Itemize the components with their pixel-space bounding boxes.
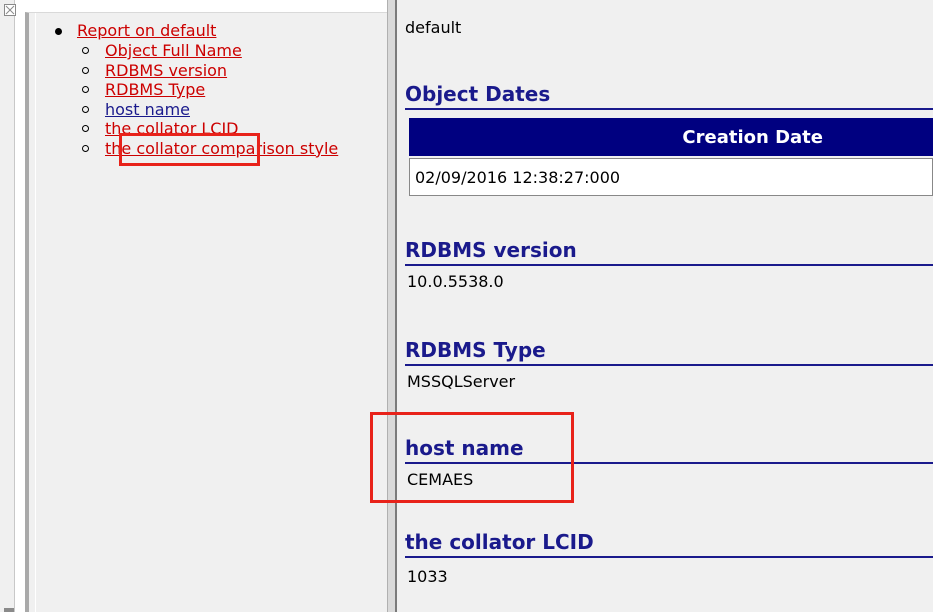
value-rdbms-type: MSSQLServer bbox=[407, 372, 516, 391]
object-dates-table: Creation Date 02/09/2016 12:38:27:000 bbox=[409, 118, 933, 196]
toc-pane: Report on default Object Full Name RDBMS… bbox=[25, 12, 387, 612]
circle-bullet-icon bbox=[82, 105, 89, 113]
close-icon[interactable] bbox=[4, 4, 16, 16]
toc-item: host name bbox=[77, 100, 360, 120]
pane-splitter[interactable] bbox=[387, 0, 397, 612]
circle-bullet-icon bbox=[82, 144, 89, 152]
value-rdbms-version: 10.0.5538.0 bbox=[407, 272, 504, 291]
object-name: default bbox=[405, 18, 462, 37]
table-header-creation-date: Creation Date bbox=[409, 118, 933, 156]
section-title-collator-lcid: the collator LCID bbox=[405, 530, 594, 554]
section-title-rdbms-version: RDBMS version bbox=[405, 238, 577, 262]
highlight-box-host-name-section bbox=[370, 412, 574, 503]
link-host-name[interactable]: host name bbox=[105, 100, 190, 119]
link-rdbms-version[interactable]: RDBMS version bbox=[105, 61, 227, 80]
content-pane: default Object Dates Creation Date 02/09… bbox=[370, 0, 933, 612]
circle-bullet-icon bbox=[82, 66, 89, 74]
circle-bullet-icon bbox=[82, 125, 89, 132]
bullet-icon bbox=[55, 28, 62, 35]
toc-item: RDBMS Type bbox=[77, 80, 360, 100]
strip-handle bbox=[4, 608, 14, 612]
table-cell-creation-date: 02/09/2016 12:38:27:000 bbox=[409, 158, 933, 196]
section-rule bbox=[405, 364, 933, 366]
circle-bullet-icon bbox=[82, 86, 89, 93]
value-collator-lcid: 1033 bbox=[407, 567, 448, 586]
link-object-full-name[interactable]: Object Full Name bbox=[105, 41, 242, 60]
link-rdbms-type[interactable]: RDBMS Type bbox=[105, 80, 205, 99]
section-title-rdbms-type: RDBMS Type bbox=[405, 338, 546, 362]
section-rule bbox=[405, 108, 933, 110]
highlight-box-host-name-link bbox=[119, 133, 260, 166]
section-rule bbox=[405, 264, 933, 266]
section-rule bbox=[405, 556, 933, 558]
toc-item: Object Full Name bbox=[77, 41, 360, 61]
link-report-on-default[interactable]: Report on default bbox=[77, 21, 216, 40]
left-strip bbox=[0, 0, 16, 612]
section-title-object-dates: Object Dates bbox=[405, 82, 551, 106]
circle-bullet-icon bbox=[82, 47, 89, 54]
toc-item: RDBMS version bbox=[77, 61, 360, 81]
